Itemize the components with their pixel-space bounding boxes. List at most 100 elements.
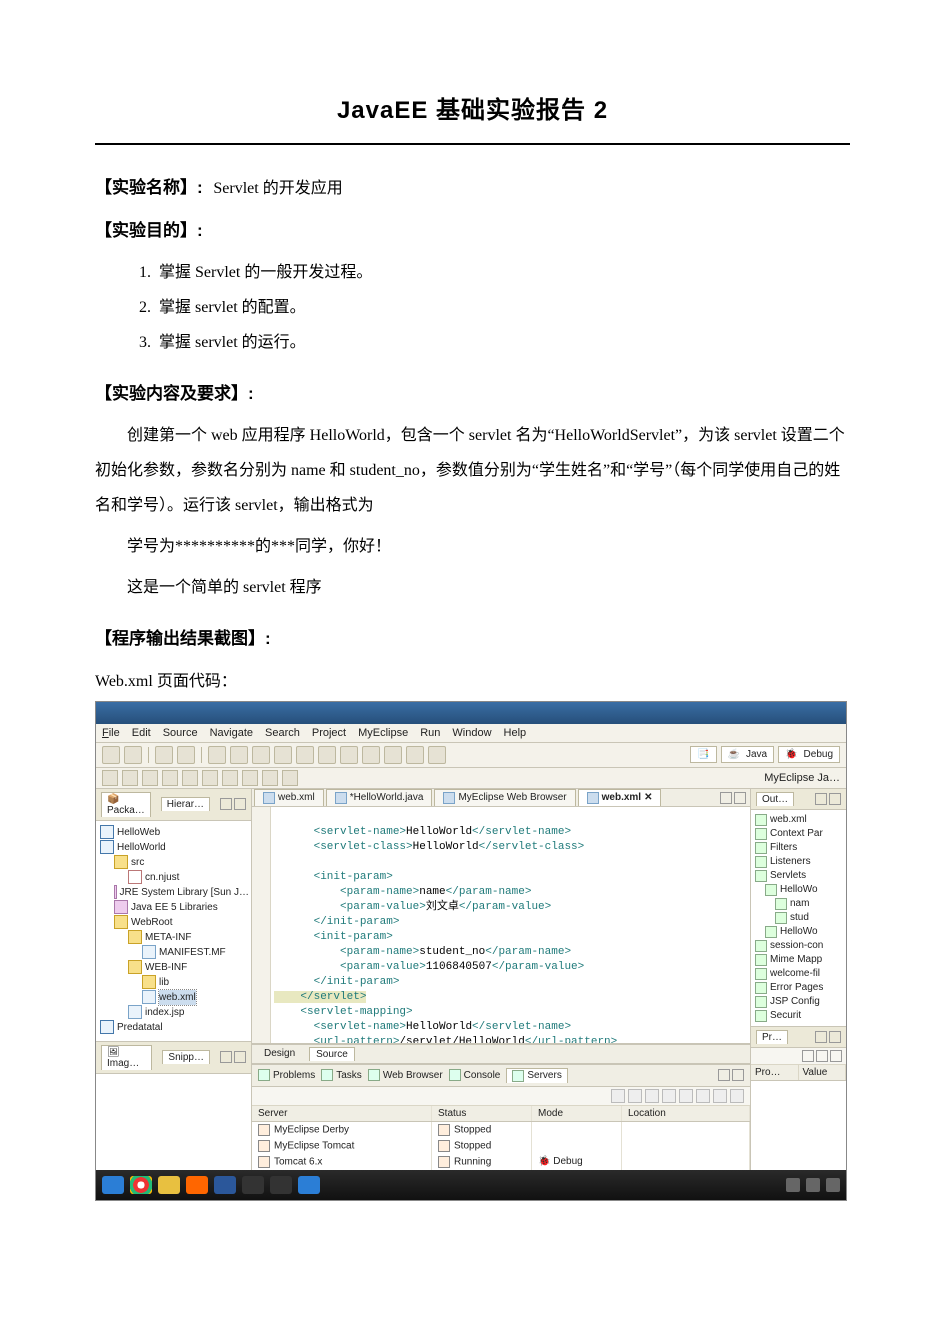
app-icon[interactable] (242, 1176, 264, 1194)
toolbar-icon[interactable] (816, 1050, 828, 1062)
tab-source[interactable]: Source (309, 1047, 355, 1061)
server-row[interactable]: MyEclipse Tomcat Stopped (252, 1138, 750, 1154)
tab-snippets[interactable]: Snipp… (162, 1050, 210, 1064)
minimize-icon[interactable] (220, 1051, 232, 1063)
toolbar-icon[interactable] (362, 746, 380, 764)
toolbar-icon[interactable] (384, 746, 402, 764)
tray-icon[interactable] (806, 1178, 820, 1192)
tab-tasks[interactable]: Tasks (321, 1069, 362, 1081)
tab-image[interactable]: 🖼 Imag… (101, 1045, 152, 1070)
new-icon[interactable] (102, 746, 120, 764)
tree-node[interactable]: HelloWorld (117, 840, 166, 855)
menu-run[interactable]: Run (420, 727, 440, 739)
editor-tab[interactable]: MyEclipse Web Browser (434, 789, 575, 806)
toolbar-icon[interactable] (208, 746, 226, 764)
col-location[interactable]: Location (622, 1106, 750, 1121)
col-value[interactable]: Value (799, 1065, 847, 1080)
toolbar-icon[interactable] (274, 746, 292, 764)
menu-navigate[interactable]: Navigate (210, 727, 253, 739)
tab-properties[interactable]: Pr… (756, 1030, 788, 1044)
tree-node[interactable]: MANIFEST.MF (159, 945, 226, 960)
tree-node[interactable]: WEB-INF (145, 960, 187, 975)
outline-node[interactable]: Servlets (770, 869, 806, 883)
toolbar-icon[interactable] (406, 746, 424, 764)
outline-node[interactable]: HelloWo (780, 883, 818, 897)
stop-server-icon[interactable] (645, 1089, 659, 1103)
maximize-icon[interactable] (829, 1031, 841, 1043)
toolbar-icon[interactable] (122, 770, 138, 786)
app-icon[interactable] (270, 1176, 292, 1194)
tree-node[interactable]: WebRoot (131, 915, 173, 930)
menu-edit[interactable]: Edit (132, 727, 151, 739)
toolbar-icon[interactable] (730, 1089, 744, 1103)
toolbar-icon[interactable] (318, 746, 336, 764)
menu-window[interactable]: Window (452, 727, 491, 739)
toolbar-icon[interactable] (611, 1089, 625, 1103)
outline-node[interactable]: Securit (770, 1009, 801, 1023)
toolbar-icon[interactable] (182, 770, 198, 786)
toolbar-icon[interactable] (428, 746, 446, 764)
outline-node[interactable]: Mime Mapp (770, 953, 822, 967)
outline-node[interactable]: Error Pages (770, 981, 823, 995)
tab-console[interactable]: Console (449, 1069, 501, 1081)
tab-problems[interactable]: Problems (258, 1069, 315, 1081)
save-icon[interactable] (124, 746, 142, 764)
tray-icon[interactable] (786, 1178, 800, 1192)
tab-package-explorer[interactable]: 📦 Packa… (101, 792, 151, 817)
tree-node[interactable]: HelloWeb (117, 825, 160, 840)
wifi-icon[interactable] (826, 1178, 840, 1192)
outline-node[interactable]: nam (790, 897, 809, 911)
word-icon[interactable] (214, 1176, 236, 1194)
tree-node[interactable]: lib (159, 975, 169, 990)
toolbar-icon[interactable] (830, 1050, 842, 1062)
toolbar-icon[interactable] (142, 770, 158, 786)
editor-tab[interactable]: web.xml (254, 789, 324, 806)
toolbar-icon[interactable] (242, 770, 258, 786)
toolbar-icon[interactable] (222, 770, 238, 786)
menu-file[interactable]: FFileile (102, 727, 120, 739)
editor-tab[interactable]: *HelloWorld.java (326, 789, 433, 806)
toolbar-icon[interactable] (202, 770, 218, 786)
toolbar-icon[interactable] (282, 770, 298, 786)
col-mode[interactable]: Mode (532, 1106, 622, 1121)
debug-icon[interactable] (155, 746, 173, 764)
toolbar-icon[interactable] (713, 1089, 727, 1103)
outline-node[interactable]: Filters (770, 841, 797, 855)
minimize-icon[interactable] (718, 1069, 730, 1081)
toolbar-icon[interactable] (696, 1089, 710, 1103)
col-status[interactable]: Status (432, 1106, 532, 1121)
server-row[interactable]: Tomcat 6.x Running 🐞 Debug (252, 1154, 750, 1170)
minimize-icon[interactable] (220, 798, 232, 810)
menu-help[interactable]: Help (504, 727, 527, 739)
toolbar-icon[interactable] (252, 746, 270, 764)
maximize-icon[interactable] (234, 798, 246, 810)
run-icon[interactable] (177, 746, 195, 764)
menu-project[interactable]: Project (312, 727, 346, 739)
maximize-icon[interactable] (732, 1069, 744, 1081)
tree-node[interactable]: index.jsp (145, 1005, 184, 1020)
tab-webbrowser[interactable]: Web Browser (368, 1069, 443, 1081)
outline-node[interactable]: welcome-fil (770, 967, 820, 981)
menu-myeclipse[interactable]: MyEclipse (358, 727, 408, 739)
tree-node[interactable]: JRE System Library [Sun J… (120, 885, 249, 900)
col-server[interactable]: Server (252, 1106, 432, 1121)
outline-tree[interactable]: web.xml Context Par Filters Listeners Se… (751, 810, 846, 1027)
tree-node[interactable]: src (131, 855, 144, 870)
toolbar-icon[interactable] (296, 746, 314, 764)
minimize-icon[interactable] (815, 793, 827, 805)
media-player-icon[interactable] (186, 1176, 208, 1194)
toolbar-icon[interactable] (102, 770, 118, 786)
perspective-java[interactable]: ☕ Java (721, 746, 775, 763)
editor-tab-active[interactable]: web.xml ✕ (578, 789, 662, 806)
outline-node[interactable]: JSP Config (770, 995, 820, 1009)
tree-node[interactable]: cn.njust (145, 870, 179, 885)
menu-source[interactable]: Source (163, 727, 198, 739)
menu-search[interactable]: Search (265, 727, 300, 739)
tab-design[interactable]: Design (258, 1047, 301, 1061)
start-button-icon[interactable] (102, 1176, 124, 1194)
outline-node[interactable]: Context Par (770, 827, 823, 841)
server-row[interactable]: MyEclipse Derby Stopped (252, 1122, 750, 1138)
toolbar-icon[interactable] (162, 770, 178, 786)
maximize-icon[interactable] (829, 793, 841, 805)
col-property[interactable]: Pro… (751, 1065, 799, 1080)
